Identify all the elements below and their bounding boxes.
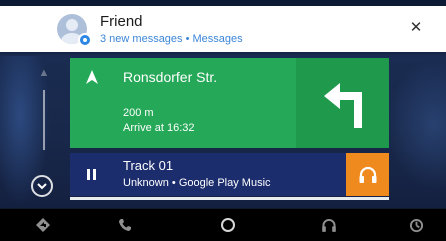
turn-left-icon [324,83,362,128]
notification-title: Friend [100,13,143,30]
media-progress-bar [70,197,389,200]
street-name: Ronsdorfer Str. [123,69,218,85]
messages-badge-icon [78,33,92,47]
track-details: Unknown • Google Play Music [123,177,271,189]
turn-distance: 200 m [123,107,154,119]
status-strip [0,0,446,6]
message-notification[interactable]: Friend 3 new messages • Messages ✕ [0,0,446,52]
close-icon[interactable]: ✕ [409,20,423,35]
scroll-indicator [43,90,45,150]
android-auto-screen: ▲ Friend 3 new messages • Messages ✕ Ron… [0,0,446,241]
headphones-icon [359,166,376,183]
phone-icon[interactable] [114,215,136,235]
notification-subtitle: 3 new messages • Messages [100,33,243,45]
pause-icon[interactable] [87,169,97,180]
media-card[interactable]: Track 01 Unknown • Google Play Music [70,153,389,196]
media-source-art[interactable] [346,153,389,196]
track-title: Track 01 [123,158,174,173]
navigation-card[interactable]: Ronsdorfer Str. 200 m Arrive at 16:32 [70,58,389,148]
navigation-icon[interactable] [32,215,54,235]
navigation-arrow-icon [86,70,98,84]
arrival-time: Arrive at 16:32 [123,122,195,134]
scroll-down-button[interactable] [31,175,53,197]
bottom-nav-bar [0,209,446,241]
map-glow-right [386,60,446,190]
headphones-icon[interactable] [318,215,340,235]
exit-icon[interactable] [405,215,427,235]
scroll-up-icon[interactable]: ▲ [37,68,51,79]
home-circle-icon[interactable] [217,215,239,235]
chevron-down-icon [37,183,47,190]
